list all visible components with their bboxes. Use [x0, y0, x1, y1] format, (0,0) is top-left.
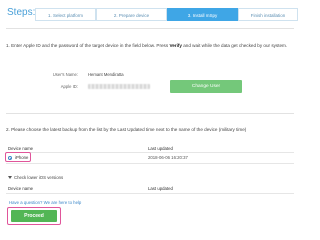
device-last-updated: 2018-06-06 16:20:37	[148, 155, 188, 160]
check-lower-ios-toggle[interactable]: Check lower iOS versions	[8, 175, 63, 180]
step-finish-installation[interactable]: Finish installation	[238, 8, 298, 21]
username-value: Hemant Mendiratta	[88, 72, 124, 77]
table2-header-updated: Last updated	[148, 186, 173, 191]
table-header-device: Device name	[8, 146, 34, 151]
table-divider	[6, 152, 294, 153]
divider	[6, 28, 294, 29]
section1-instructions: 1. Enter Apple ID and the password of th…	[6, 43, 291, 49]
highlight-device-selection	[5, 152, 31, 162]
lower-ios-label: Check lower iOS versions	[14, 175, 64, 180]
username-label: User's Name:	[52, 72, 78, 77]
table2-header-device: Device name	[8, 186, 34, 191]
verify-keyword: Verify	[169, 43, 182, 48]
table2-divider	[6, 193, 294, 194]
divider	[6, 113, 294, 114]
step-select-platform[interactable]: 1. Select platform	[35, 8, 96, 21]
help-link[interactable]: Have a question? We are here to help	[9, 200, 81, 205]
steps-bar: Steps: 1. Select platform 2. Prepare dev…	[0, 0, 300, 26]
apple-id-value-redacted	[88, 84, 150, 89]
highlight-proceed	[7, 207, 61, 225]
steps-title: Steps:	[7, 7, 36, 18]
change-user-button[interactable]: Change User	[170, 80, 242, 93]
apple-id-label: Apple ID:	[60, 84, 78, 89]
step-prepare-device[interactable]: 2. Prepare device	[96, 8, 167, 21]
section2-instructions: 2. Please choose the latest backup from …	[6, 127, 247, 132]
table-divider	[6, 163, 294, 164]
table-header-updated: Last updated	[148, 146, 173, 151]
section1-text: 1. Enter Apple ID and the password of th…	[6, 43, 170, 48]
triangle-down-icon	[8, 176, 12, 180]
step-install-mspy[interactable]: 3. Install mSpy	[167, 8, 238, 21]
section1-text-end: and wait while the data get checked by o…	[181, 43, 288, 48]
